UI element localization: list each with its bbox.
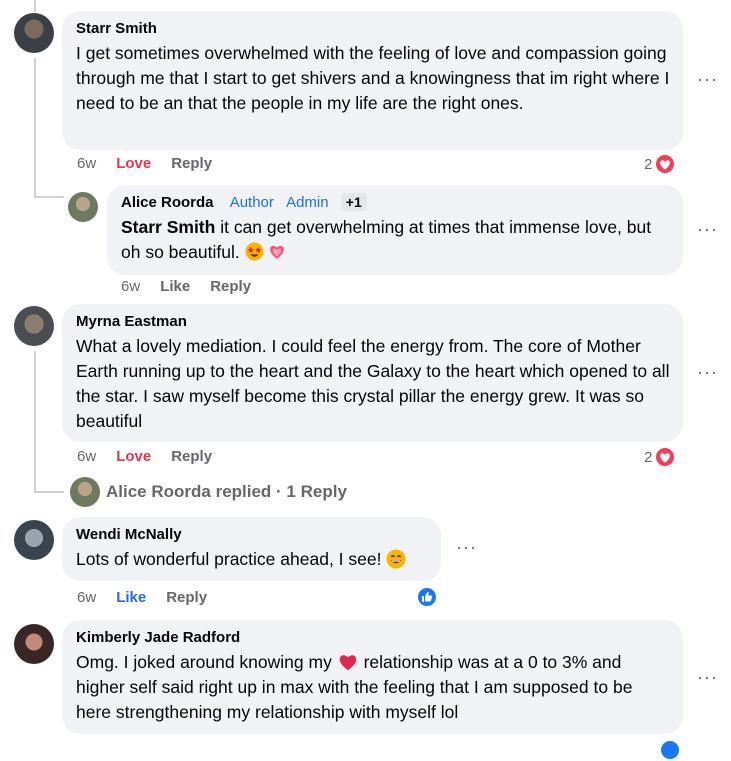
more-options-button[interactable]: ···	[697, 667, 718, 688]
comment-bubble: Wendi McNally Lots of wonderful practice…	[62, 517, 441, 581]
red-heart-emoji-icon	[337, 653, 359, 671]
replies-summary: Alice Roorda replied · 1 Reply	[106, 482, 347, 501]
comment-bubble: Myrna Eastman What a lovely mediation. I…	[62, 304, 683, 442]
comment-bubble: Kimberly Jade Radford Omg. I joked aroun…	[62, 620, 683, 734]
more-options-button[interactable]: ···	[697, 69, 718, 90]
like-reaction-icon[interactable]	[416, 586, 438, 608]
comment-text-body: Omg. I joked around knowing my	[76, 652, 332, 672]
avatar[interactable]	[14, 520, 54, 560]
star-struck-emoji-icon	[245, 242, 264, 261]
reaction-count[interactable]: 2	[644, 446, 677, 468]
mention-link[interactable]: Starr Smith	[121, 217, 215, 237]
reply-button[interactable]: Reply	[171, 448, 212, 465]
love-reaction-icon	[654, 153, 677, 175]
avatar[interactable]	[14, 306, 54, 346]
timestamp[interactable]: 6w	[77, 589, 96, 606]
avatar[interactable]	[68, 192, 98, 222]
more-options-button[interactable]: ···	[697, 219, 718, 240]
comment-author-row: Alice Roorda Author Admin +1	[121, 193, 671, 212]
comment-actions: 6w Like Reply	[121, 278, 251, 295]
avatar[interactable]	[14, 13, 54, 53]
comment-author[interactable]: Myrna Eastman	[76, 312, 671, 331]
comment-author[interactable]: Kimberly Jade Radford	[76, 628, 671, 647]
view-replies-link[interactable]: Alice Roorda replied · 1 Reply	[70, 477, 347, 507]
comment-author[interactable]: Wendi McNally	[76, 525, 429, 544]
thread-line	[34, 58, 36, 198]
more-options-button[interactable]: ···	[697, 362, 718, 383]
comment-text: Lots of wonderful practice ahead, I see!	[76, 547, 429, 572]
comment-actions: 6w Love Reply	[77, 155, 212, 172]
comment-actions: 6w Like Reply	[77, 589, 207, 606]
thread-line-top	[34, 0, 36, 12]
love-button[interactable]: Love	[116, 155, 151, 172]
author-badge: Author	[229, 194, 274, 211]
reaction-count-value: 2	[644, 448, 653, 466]
admin-badge: Admin	[286, 194, 329, 211]
more-badges-button[interactable]: +1	[340, 193, 367, 211]
timestamp[interactable]: 6w	[77, 448, 96, 465]
reply-button[interactable]: Reply	[171, 155, 212, 172]
reply-button[interactable]: Reply	[166, 589, 207, 606]
comment-author[interactable]: Starr Smith	[76, 19, 671, 38]
more-options-button[interactable]: ···	[456, 537, 477, 558]
timestamp[interactable]: 6w	[77, 155, 96, 172]
comment-bubble: Starr Smith I get sometimes overwhelmed …	[62, 11, 683, 150]
thread-line-branch	[34, 491, 64, 493]
reply-bubble: Alice Roorda Author Admin +1 Starr Smith…	[107, 185, 683, 275]
thread-line	[34, 351, 36, 491]
comment-text: I get sometimes overwhelmed with the fee…	[76, 43, 670, 113]
comment-text-body: Lots of wonderful practice ahead, I see!	[76, 549, 382, 569]
reaction-count-value: 2	[644, 155, 653, 173]
timestamp[interactable]: 6w	[121, 278, 140, 295]
sparkling-heart-emoji-icon	[268, 243, 286, 261]
love-button[interactable]: Love	[116, 448, 151, 465]
avatar	[70, 477, 100, 507]
avatar[interactable]	[14, 624, 54, 664]
love-reaction-icon	[654, 446, 677, 468]
comment-author[interactable]: Alice Roorda	[121, 194, 214, 211]
reaction-count[interactable]: 2	[644, 153, 677, 175]
reply-button[interactable]: Reply	[210, 278, 251, 295]
like-button[interactable]: Like	[116, 589, 146, 606]
comment-text: What a lovely mediation. I could feel th…	[76, 336, 670, 431]
comment-text: Omg. I joked around knowing my relations…	[76, 650, 671, 725]
comment-text: Starr Smith it can get overwhelming at t…	[121, 215, 671, 265]
thread-line-branch	[34, 196, 64, 198]
comment-actions: 6w Love Reply	[77, 448, 212, 465]
like-reaction-icon[interactable]	[659, 739, 681, 761]
like-button[interactable]: Like	[160, 278, 190, 295]
grinning-face-emoji-icon	[386, 549, 406, 569]
